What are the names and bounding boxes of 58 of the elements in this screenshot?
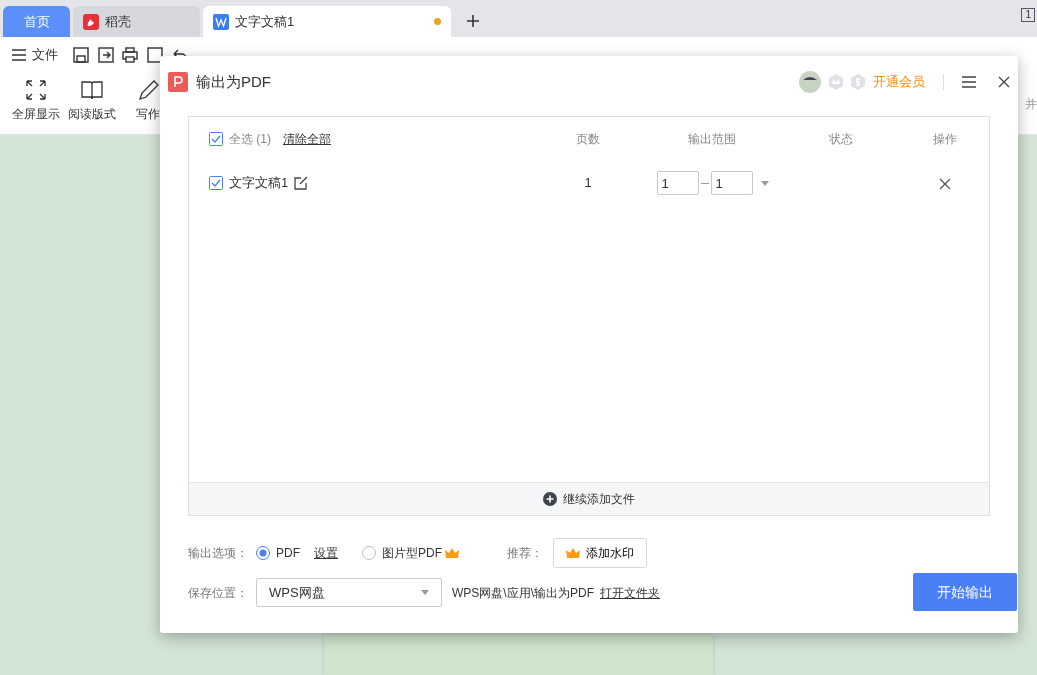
location-select[interactable]: WPS网盘 — [256, 578, 442, 607]
file-name: 文字文稿1 — [229, 174, 289, 193]
output-options-label: 输出选项： — [188, 545, 248, 562]
select-all-label[interactable]: 全选 (1) — [229, 130, 271, 148]
save-path: WPS网盘\应用\输出为PDF — [452, 584, 594, 602]
preview-icon[interactable] — [145, 46, 164, 64]
option-label[interactable]: PDF — [276, 544, 300, 562]
clear-all-link[interactable]: 清除全部 — [283, 130, 331, 148]
crown-icon — [566, 547, 580, 559]
pdf-logo-icon — [168, 72, 188, 92]
app-tab[interactable]: 稻壳 — [73, 6, 200, 37]
edit-icon[interactable] — [294, 176, 309, 190]
remove-icon[interactable] — [938, 177, 951, 190]
plus-circle-icon — [543, 492, 557, 506]
column-header: 操作 — [932, 132, 957, 147]
file-menu[interactable]: 文件 — [32, 45, 58, 65]
export-icon[interactable] — [96, 46, 115, 64]
save-location-label: 保存位置： — [188, 584, 248, 602]
open-folder-link[interactable]: 打开文件夹 — [600, 583, 660, 602]
book-icon — [81, 79, 103, 101]
avatar[interactable] — [799, 71, 821, 93]
ribbon-button[interactable]: 阅读版式 — [64, 73, 120, 123]
add-files-button[interactable]: 继续添加文件 — [189, 482, 989, 515]
checkbox[interactable] — [209, 132, 223, 146]
watermark-button[interactable]: 添加水印 — [553, 538, 647, 568]
menu-icon[interactable] — [12, 49, 26, 61]
save-icon[interactable] — [72, 46, 90, 64]
fullscreen-icon — [25, 79, 47, 101]
coin-badge-icon — [851, 74, 865, 90]
checkbox[interactable] — [209, 176, 223, 190]
range-to-field[interactable]: 1 — [711, 171, 754, 195]
range-from-field[interactable]: 1 — [657, 171, 700, 195]
ribbon-label: 并 — [1025, 96, 1037, 113]
ribbon-button[interactable]: 全屏显示 — [8, 73, 64, 123]
settings-link[interactable]: 设置 — [314, 544, 338, 562]
flame-icon — [83, 13, 99, 30]
option-label[interactable]: 图片型PDF — [382, 544, 442, 562]
radio-button[interactable] — [362, 546, 376, 560]
print-icon[interactable] — [121, 46, 139, 64]
page-count: 1 — [584, 175, 592, 191]
dropdown-arrow-icon[interactable] — [761, 180, 770, 186]
dropdown-arrow-icon — [421, 590, 429, 595]
menu-icon[interactable] — [962, 76, 976, 88]
plus-icon[interactable] — [466, 14, 480, 28]
document-icon — [213, 13, 229, 30]
column-header: 输出范围 — [688, 132, 737, 147]
column-header: 状态 — [828, 132, 853, 147]
crown-badge-icon — [829, 74, 843, 90]
pen-icon — [137, 79, 159, 101]
ribbon-button[interactable]: 写作 — [120, 73, 176, 123]
close-icon[interactable] — [998, 76, 1010, 88]
column-header: 页数 — [576, 132, 601, 147]
app-tab[interactable]: 文字文稿1 — [203, 6, 451, 37]
page-counter: 1 — [1021, 8, 1035, 22]
dialog-title: 输出为PDF — [196, 71, 271, 92]
start-export-button[interactable]: 开始输出 — [913, 573, 1017, 611]
recommend-label: 推荐： — [507, 545, 543, 562]
radio-button[interactable] — [256, 546, 270, 560]
